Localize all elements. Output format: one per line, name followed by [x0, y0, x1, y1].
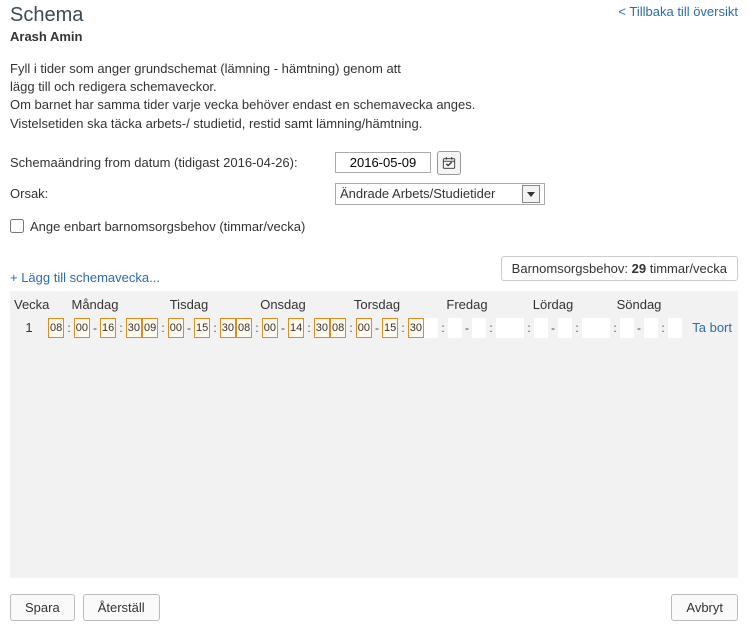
cell-mon: 08:00 - 16:30 — [48, 318, 142, 338]
col-wed: Onsdag — [236, 293, 330, 316]
wed-end-h[interactable]: 14 — [288, 318, 304, 338]
mon-end-m[interactable]: 30 — [126, 318, 142, 338]
thu-start-m[interactable]: 00 — [356, 318, 372, 338]
hours-only-checkbox-row[interactable]: Ange enbart barnomsorgsbehov (timmar/vec… — [10, 219, 738, 234]
tue-start-m[interactable]: 00 — [168, 318, 184, 338]
cell-thu: 08:00 - 15:30 — [330, 318, 424, 338]
reason-value: Ändrade Arbets/Studietider — [340, 186, 495, 201]
thu-end-m[interactable]: 30 — [408, 318, 424, 338]
wed-start-m[interactable]: 00 — [262, 318, 278, 338]
fri-start-h[interactable] — [424, 318, 438, 338]
tue-end-h[interactable]: 15 — [194, 318, 210, 338]
col-mon: Måndag — [48, 293, 142, 316]
thu-start-h[interactable]: 08 — [330, 318, 346, 338]
week-number: 1 — [10, 320, 48, 335]
mon-start-h[interactable]: 08 — [48, 318, 64, 338]
cell-sat: : - : — [510, 318, 596, 338]
reason-select[interactable]: Ändrade Arbets/Studietider — [335, 183, 545, 205]
col-vecka: Vecka — [10, 293, 48, 316]
fri-end-h[interactable] — [472, 318, 486, 338]
remove-week-link[interactable]: Ta bort — [682, 320, 738, 335]
sun-start-m[interactable] — [620, 318, 634, 338]
col-fri: Fredag — [424, 293, 510, 316]
date-label: Schemaändring from datum (tidigast 2016-… — [10, 155, 335, 170]
date-input[interactable] — [335, 152, 431, 173]
cell-wed: 08:00 - 14:30 — [236, 318, 330, 338]
sat-end-h[interactable] — [558, 318, 572, 338]
sat-end-m[interactable] — [582, 318, 596, 338]
student-name: Arash Amin — [10, 29, 83, 44]
wed-end-m[interactable]: 30 — [314, 318, 330, 338]
need-badge: Barnomsorgsbehov: 29 timmar/vecka — [501, 256, 738, 281]
sat-start-m[interactable] — [534, 318, 548, 338]
page-title: Schema — [10, 4, 83, 27]
mon-end-h[interactable]: 16 — [100, 318, 116, 338]
back-link[interactable]: < Tillbaka till översikt — [618, 4, 738, 19]
sun-end-m[interactable] — [668, 318, 682, 338]
col-thu: Torsdag — [330, 293, 424, 316]
table-row: 1 08:00 - 16:30 09:00 - 15:30 08:00 - 14… — [10, 318, 738, 338]
col-sun: Söndag — [596, 293, 682, 316]
calendar-button[interactable] — [437, 151, 461, 175]
schedule-table: Vecka Måndag Tisdag Onsdag Torsdag Freda… — [10, 291, 738, 578]
sat-start-h[interactable] — [510, 318, 524, 338]
col-tue: Tisdag — [142, 293, 236, 316]
reason-label: Orsak: — [10, 186, 335, 201]
cell-tue: 09:00 - 15:30 — [142, 318, 236, 338]
fri-end-m[interactable] — [496, 318, 510, 338]
thu-end-h[interactable]: 15 — [382, 318, 398, 338]
mon-start-m[interactable]: 00 — [74, 318, 90, 338]
tue-end-m[interactable]: 30 — [220, 318, 236, 338]
tue-start-h[interactable]: 09 — [142, 318, 158, 338]
fri-start-m[interactable] — [448, 318, 462, 338]
wed-start-h[interactable]: 08 — [236, 318, 252, 338]
col-sat: Lördag — [510, 293, 596, 316]
intro-text: Fyll i tider som anger grundschemat (läm… — [10, 60, 738, 133]
add-week-link[interactable]: + Lägg till schemavecka... — [10, 270, 160, 285]
sun-end-h[interactable] — [644, 318, 658, 338]
hours-only-label: Ange enbart barnomsorgsbehov (timmar/vec… — [30, 219, 305, 234]
sun-start-h[interactable] — [596, 318, 610, 338]
chevron-down-icon — [522, 185, 540, 203]
calendar-icon — [442, 156, 456, 170]
cell-fri: : - : — [424, 318, 510, 338]
cell-sun: : - : — [596, 318, 682, 338]
hours-only-checkbox[interactable] — [10, 219, 24, 233]
